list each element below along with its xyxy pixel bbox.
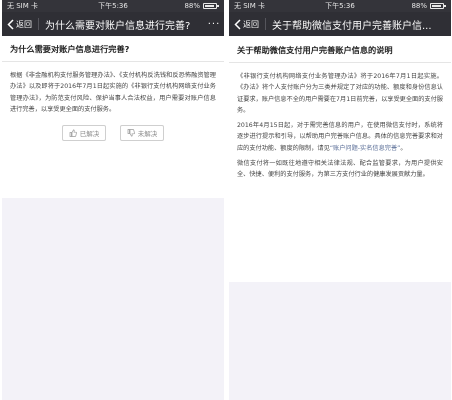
status-bar: 无 SIM 卡 下午5:36 88% — [2, 0, 224, 12]
faq-article: 为什么需要对账户信息进行完善? 根据《非金融机构支付服务管理办法》、《支付机构反… — [2, 36, 224, 198]
title-divider — [229, 62, 451, 63]
paragraph-text-end: 。 — [400, 144, 407, 152]
back-label: 返回 — [243, 19, 259, 29]
battery-indicator: 88% — [184, 0, 220, 12]
chevron-left-icon — [7, 18, 14, 30]
battery-icon — [430, 3, 446, 9]
nav-bar: 返回 为什么需要对账户信息进行完善? ··· — [2, 12, 224, 36]
back-button[interactable]: 返回 — [229, 18, 259, 30]
battery-percent: 88% — [184, 2, 200, 10]
battery-percent: 88% — [411, 2, 427, 10]
title-divider — [2, 61, 224, 62]
solved-button[interactable]: 已解决 — [62, 125, 106, 142]
notice-article: 关于帮助微信支付用户完善账户信息的说明 《非银行支付机构网络支付业务管理办法》将… — [229, 36, 451, 282]
back-button[interactable]: 返回 — [2, 18, 32, 30]
article-title: 关于帮助微信支付用户完善账户信息的说明 — [237, 45, 393, 55]
page-title: 为什么需要对账户信息进行完善? — [45, 20, 191, 32]
unsolved-label: 未解决 — [137, 130, 158, 139]
unsolved-button[interactable]: 未解决 — [120, 125, 164, 142]
article-paragraph-3: 微信支付将一如既往地遵守相关法律法规、配合监管要求，为用户提供安全、快捷、便利的… — [237, 160, 443, 179]
back-label: 返回 — [16, 19, 32, 29]
article-paragraph: 根据《非金融机构支付服务管理办法》、《支付机构反洗钱和反恐怖融资管理办法》以及即… — [10, 72, 216, 113]
page-title: 关于帮助微信支付用户完善账户信... — [272, 20, 432, 32]
solved-label: 已解决 — [79, 130, 100, 139]
battery-icon — [203, 3, 219, 9]
status-bar: 无 SIM 卡 下午5:36 88% — [229, 0, 451, 12]
nav-divider — [265, 18, 266, 30]
left-screen: 无 SIM 卡 下午5:36 88% 返回 为什么需要对账户信息进行完善? ··… — [2, 0, 224, 400]
real-name-info-link[interactable]: “账户问题-实名信息完善” — [330, 145, 401, 152]
more-menu-button[interactable]: ··· — [204, 19, 224, 30]
article-paragraph-2: 2016年4月15日起，对于需完善信息的用户，在使用微信支付时，系统将逐步进行提… — [237, 120, 443, 154]
chevron-left-icon — [234, 18, 241, 30]
nav-bar: 返回 关于帮助微信支付用户完善账户信... — [229, 12, 451, 36]
thumbs-up-icon — [69, 129, 77, 138]
article-title: 为什么需要对账户信息进行完善? — [10, 44, 130, 54]
feedback-buttons: 已解决 未解决 — [10, 125, 216, 142]
nav-divider — [38, 18, 39, 30]
right-screen: 无 SIM 卡 下午5:36 88% 返回 关于帮助微信支付用户完善账户信...… — [229, 0, 451, 400]
thumbs-down-icon — [127, 129, 135, 137]
battery-indicator: 88% — [411, 0, 447, 12]
article-paragraph-1: 《非银行支付机构网络支付业务管理办法》将于2016年7月1日起实施。《办法》将个… — [237, 73, 443, 114]
